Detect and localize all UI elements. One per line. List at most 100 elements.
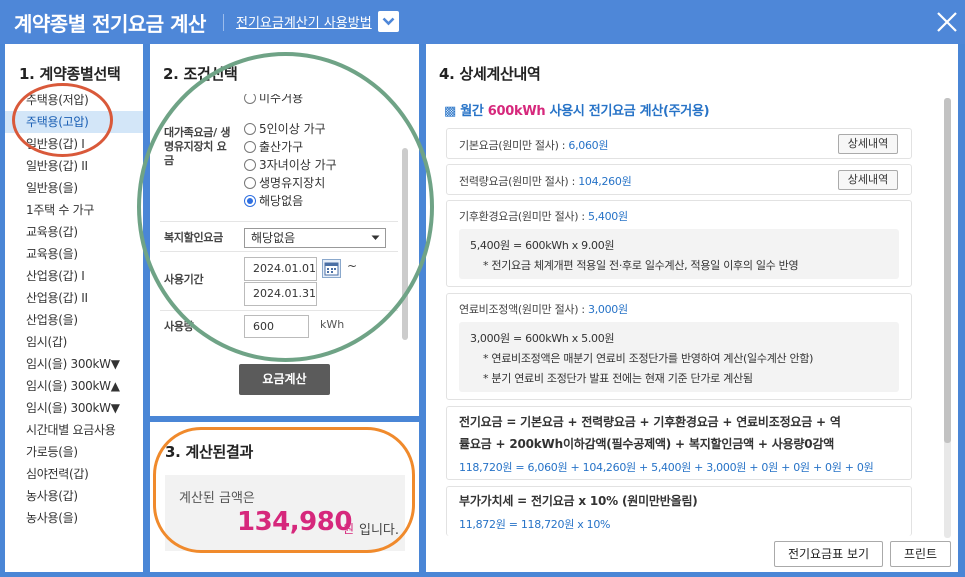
fuel-adjustment-card: 연료비조정액(원미만 절사) : 3,000원 3,000원 = 600kWh … [446,293,912,400]
fuel-adjustment-line: 연료비조정액(원미만 절사) : 3,000원 [459,301,628,317]
print-button[interactable]: 프린트 [890,541,951,567]
contract-type-item[interactable]: 일반용(갑) I [5,133,143,155]
calendar-button[interactable] [322,259,341,278]
fuel-adjustment-label: 연료비조정액(원미만 절사) : [459,303,585,316]
climate-fee-line: 기후환경요금(원미만 절사) : 5,400원 [459,208,628,224]
contract-type-item[interactable]: 1주택 수 가구 [5,199,143,221]
usage-input[interactable]: 600 [244,315,309,338]
contract-type-item[interactable]: 주택용(저압) [5,89,143,111]
result-panel: 3. 계산된결과 계산된 금액은 134,980 원 입니다. [150,422,419,572]
panel-heading-condition: 2. 조건선택 [163,65,238,83]
fuel-formula: 3,000원 = 600kWh x 5.00원 [470,332,615,345]
start-date-input[interactable]: 2024.01.01 [244,257,317,281]
radio-label: 미수거용 [259,94,304,105]
contract-type-item[interactable]: 주택용(고압) [5,111,143,133]
panel-heading-detail: 4. 상세계산내역 [439,65,541,83]
contract-type-item[interactable]: 교육용(갑) [5,221,143,243]
chevron-down-icon [371,235,380,240]
contract-type-item[interactable]: 임시(을) 300kW▼ [5,397,143,419]
energy-fee-label: 전력량요금(원미만 절사) : [459,175,575,188]
total-formula-values: 118,720원 = 6,060원 + 104,260원 + 5,400원 + … [459,461,874,474]
contract-type-item[interactable]: 임시(을) 300kW▲ [5,375,143,397]
total-formula-line-2: 률요금 + 200kWh이하감액(필수공제액) + 복지할인금액 + 사용량0감… [459,437,835,451]
fuel-note-2: * 분기 연료비 조정단가 발표 전에는 현재 기준 단가로 계산됨 [483,372,753,385]
result-currency-unit: 원 [343,522,355,536]
app-title: 계약종별 전기요금 계산 [14,12,206,36]
radio-label: 생명유지장치 [259,176,326,190]
detail-header-marker: ▩ [444,104,456,119]
detail-header: ▩ 월간 600kWh 사용시 전기요금 계산(주거용) [444,100,710,119]
contract-type-item[interactable]: 농사용(갑) [5,485,143,507]
contract-type-item[interactable]: 심야전력(갑) [5,463,143,485]
title-divider [223,14,224,31]
contract-type-item[interactable]: 산업용(을) [5,309,143,331]
base-fee-line: 기본요금(원미만 절사) : 6,060원 [459,137,608,153]
radio-label: 해당없음 [259,194,304,208]
radio-label: 출산가구 [259,140,304,154]
usage-label: 사용량 [164,320,194,333]
calculate-button[interactable]: 요금계산 [239,364,330,395]
contract-type-panel: 1. 계약종별선택 주택용(저압) 주택용(고압) 일반용(갑) I 일반용(갑) I… [5,44,143,572]
climate-fee-label: 기후환경요금(원미만 절사) : [459,210,585,223]
large-family-discount-label: 대가족요금/ 생명유지장치 요금 [164,126,231,167]
usage-period-label: 사용기간 [164,273,204,286]
contract-type-list: 주택용(저압) 주택용(고압) 일반용(갑) I 일반용(갑) II 일반용(을) 1주택… [5,89,143,529]
usage-period-row: 사용기간 2024.01.01 ~ 2024.01.31 [160,252,398,311]
close-icon[interactable] [936,11,958,33]
usage-row: 사용량 600 kWh [160,311,398,345]
detail-header-prefix: 월간 [460,104,484,119]
welfare-discount-select[interactable]: 해당없음 [244,228,386,248]
fuel-formula-box: 3,000원 = 600kWh x 5.00원 * 연료비조정액은 매분기 연료… [459,322,899,392]
contract-type-item[interactable]: 일반용(을) [5,177,143,199]
radio-button[interactable] [244,159,256,171]
contract-type-item[interactable]: 가로등(을) [5,441,143,463]
help-link[interactable]: 전기요금계산기 사용방법 [236,12,372,31]
detail-scrollbar[interactable] [944,98,951,538]
welfare-discount-row: 복지할인요금 해당없음 [160,222,398,252]
contract-type-item[interactable]: 일반용(갑) II [5,155,143,177]
panel-heading-contract: 1. 계약종별선택 [19,65,121,83]
discount-option[interactable]: 3자녀이상 가구 [244,156,337,173]
energy-fee-card: 전력량요금(원미만 절사) : 104,260원 상세내역 [446,164,912,195]
discount-option[interactable]: 해당없음 [244,192,303,209]
chevron-down-icon [382,17,395,26]
radio-button[interactable] [244,94,256,104]
contract-type-item[interactable]: 시간대별 요금사용 [5,419,143,441]
discount-option[interactable]: 출산가구 [244,138,303,155]
discount-option[interactable]: 생명유지장치 [244,174,325,191]
fuel-note-1: * 연료비조정액은 매분기 연료비 조정단가를 반영하여 계산(일수계산 안함) [483,352,814,365]
condition-scroll-area[interactable]: 미수거용 대가족요금/ 생명유지장치 요금 5인이상 가구출산가구 3자녀이상 가… [160,94,410,386]
climate-fee-card: 기후환경요금(원미만 절사) : 5,400원 5,400원 = 600kWh … [446,200,912,287]
condition-scrollbar[interactable] [402,148,408,340]
large-family-discount-row: 대가족요금/ 생명유지장치 요금 5인이상 가구출산가구 3자녀이상 가구생명유지… [160,114,398,222]
help-toggle-button[interactable] [378,11,399,32]
contract-type-item[interactable]: 임시(을) 300kW▼ [5,353,143,375]
radio-button[interactable] [244,195,256,207]
condition-panel: 2. 조건선택 미수거용 대가족요금/ 생명유지장치 요금 5인이상 가구출산가… [150,44,419,416]
contract-type-item[interactable]: 교육용(을) [5,243,143,265]
climate-formula: 5,400원 = 600kWh x 9.00원 [470,239,615,252]
energy-fee-detail-button[interactable]: 상세내역 [838,170,898,190]
base-fee-label: 기본요금(원미만 절사) : [459,139,566,152]
radio-button[interactable] [244,177,256,189]
radio-button[interactable] [244,141,256,153]
end-date-input[interactable]: 2024.01.31 [244,282,317,306]
detail-scrollbar-thumb[interactable] [944,98,951,443]
welfare-discount-label: 복지할인요금 [164,231,223,244]
contract-type-item[interactable]: 농사용(을) [5,507,143,529]
discount-option[interactable]: 5인이상 가구 [244,120,326,137]
rate-table-button[interactable]: 전기요금표 보기 [774,541,883,567]
result-box: 계산된 금액은 134,980 원 입니다. [165,475,405,551]
total-formula-card: 전기요금 = 기본요금 + 전력량요금 + 기후환경요금 + 연료비조정요금 +… [446,406,912,480]
contract-type-item[interactable]: 임시(갑) [5,331,143,353]
title-bar: 계약종별 전기요금 계산 전기요금계산기 사용방법 [0,0,965,44]
radio-button[interactable] [244,123,256,135]
base-fee-card: 기본요금(원미만 절사) : 6,060원 상세내역 [446,128,912,159]
base-fee-value: 6,060원 [568,139,609,152]
base-fee-detail-button[interactable]: 상세내역 [838,134,898,154]
calendar-icon [324,262,339,276]
contract-type-item[interactable]: 산업용(갑) II [5,287,143,309]
contract-type-item[interactable]: 산업용(갑) I [5,265,143,287]
radio-label: 5인이상 가구 [259,122,326,136]
radio-option-partial[interactable]: 미수거용 [244,94,303,106]
